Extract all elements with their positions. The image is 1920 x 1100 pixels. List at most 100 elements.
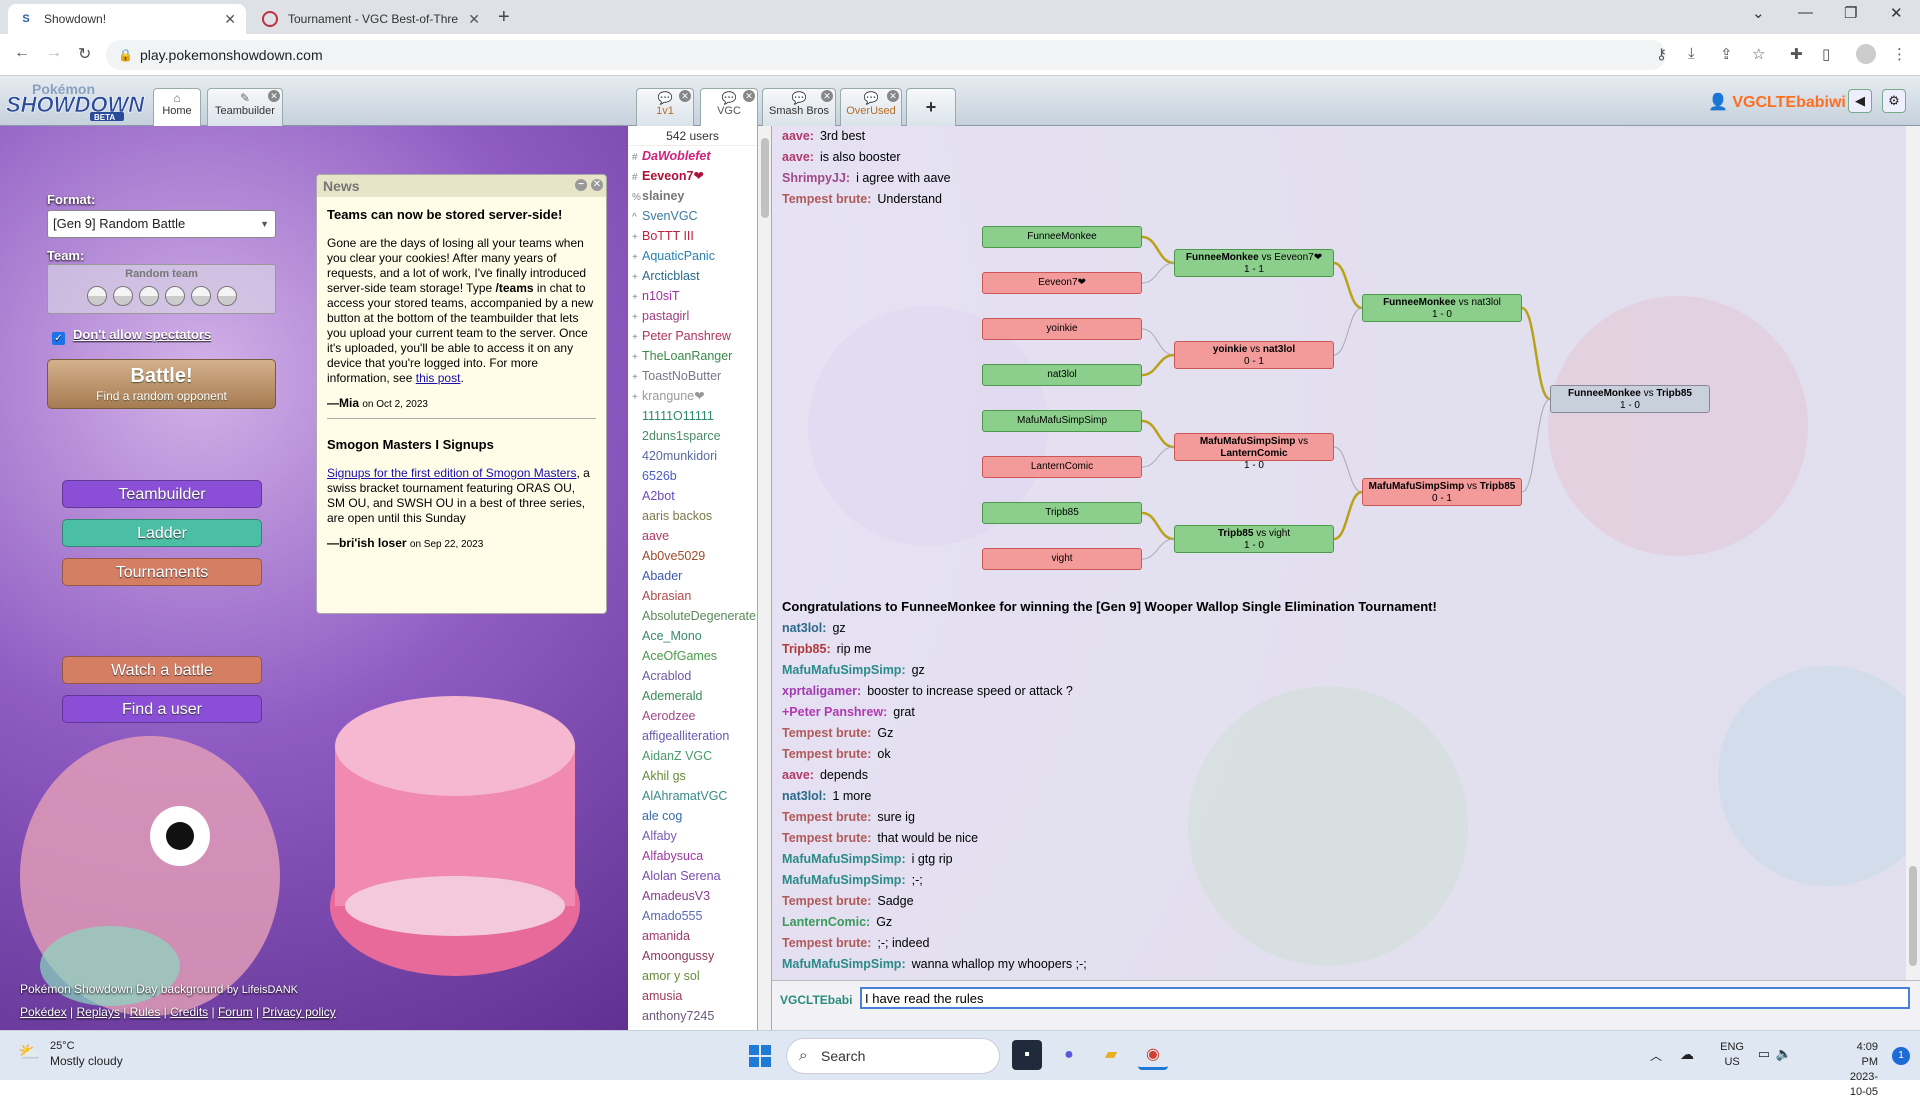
user-list-item[interactable]: + BoTTT III [628, 226, 757, 246]
close-icon[interactable]: ✕ [591, 179, 603, 191]
browser-tab-showdown[interactable]: S Showdown! ✕ [8, 4, 246, 34]
chat-username[interactable]: MafuMafuSimpSimp: [782, 957, 906, 971]
chat-username[interactable]: +Peter Panshrew: [782, 705, 887, 719]
user-list-item[interactable]: ale cog [628, 806, 757, 826]
scrollbar-thumb[interactable] [761, 138, 769, 218]
close-tab-icon[interactable]: ✕ [268, 90, 280, 102]
user-list-item[interactable]: %slainey [628, 186, 757, 206]
news-link[interactable]: Signups for the first edition of Smogon … [327, 466, 576, 480]
user-list-item[interactable]: aave [628, 526, 757, 546]
user-list-item[interactable]: Abrasian [628, 586, 757, 606]
close-tab-icon[interactable]: ✕ [743, 90, 755, 102]
chat-username[interactable]: Tempest brute: [782, 810, 871, 824]
sound-icon[interactable]: ◀ [1848, 89, 1872, 113]
chat-username[interactable]: Tempest brute: [782, 831, 871, 845]
chat-username[interactable]: Tempest brute: [782, 192, 871, 206]
file-explorer-icon[interactable]: ▰ [1096, 1040, 1126, 1070]
chat-username[interactable]: MafuMafuSimpSimp: [782, 663, 906, 677]
user-list-item[interactable]: amor y sol [628, 966, 757, 986]
no-spectators-checkbox[interactable]: ✓ Don't allow spectators [52, 327, 211, 345]
user-list-item[interactable]: AidanZ VGC [628, 746, 757, 766]
close-tab-icon[interactable]: ✕ [821, 90, 833, 102]
chrome-icon[interactable]: ◉ [1138, 1040, 1168, 1070]
user-list-item[interactable]: Acrablod [628, 666, 757, 686]
user-list-item[interactable]: Aerodzee [628, 706, 757, 726]
weather-widget[interactable]: ⛅ 25°C Mostly cloudy [18, 1039, 123, 1069]
tournaments-button[interactable]: Tournaments [62, 558, 262, 586]
maximize-icon[interactable]: ❐ [1844, 4, 1857, 22]
footer-link-replays[interactable]: Replays [77, 1005, 120, 1019]
user-list-item[interactable]: + AquaticPanic [628, 246, 757, 266]
user-list-item[interactable]: AmadeusV3 [628, 886, 757, 906]
sidepanel-icon[interactable]: ▯ [1822, 45, 1830, 63]
reload-icon[interactable]: ↻ [78, 44, 91, 64]
volume-icon[interactable]: 🔈 [1776, 1046, 1792, 1062]
minimize-icon[interactable]: — [1798, 4, 1813, 21]
new-tab-icon[interactable]: + [498, 6, 510, 29]
url-input[interactable]: 🔒 play.pokemonshowdown.com [106, 40, 1666, 70]
tab-room-vgc[interactable]: 💬 VGC ✕ [700, 88, 758, 126]
back-icon[interactable]: ← [14, 44, 30, 62]
chat-input[interactable] [860, 987, 1910, 1009]
user-name-button[interactable]: 👤 VGCLTEbabiwi [1708, 92, 1846, 112]
user-list-item[interactable]: 6526b [628, 466, 757, 486]
user-list-item[interactable]: # DaWoblefet [628, 146, 757, 166]
chat-username[interactable]: LanternComic: [782, 915, 870, 929]
tab-search-icon[interactable]: ⌄ [1752, 4, 1765, 22]
user-list-item[interactable]: # Eeveon7❤ [628, 166, 757, 186]
taskbar-search[interactable]: ⌕ Search [786, 1038, 1000, 1074]
chat-username[interactable]: Tempest brute: [782, 747, 871, 761]
user-list-item[interactable]: Alolan Serena [628, 866, 757, 886]
install-icon[interactable]: ⤓ [1688, 45, 1695, 62]
watch-battle-button[interactable]: Watch a battle [62, 656, 262, 684]
minimize-icon[interactable]: − [575, 179, 587, 191]
user-list-item[interactable]: + pastagirl [628, 306, 757, 326]
user-list-item[interactable]: + n10siT [628, 286, 757, 306]
gear-icon[interactable]: ⚙ [1882, 89, 1906, 113]
chat-username[interactable]: ShrimpyJJ: [782, 171, 850, 185]
user-list-item[interactable]: aaris backos [628, 506, 757, 526]
teambuilder-button[interactable]: Teambuilder [62, 480, 262, 508]
chat-username[interactable]: Tempest brute: [782, 936, 871, 950]
task-view-icon[interactable]: ▪ [1012, 1040, 1042, 1070]
user-list-item[interactable]: affigealliteration [628, 726, 757, 746]
user-list-item[interactable]: Amoongussy [628, 946, 757, 966]
forward-icon[interactable]: → [46, 44, 62, 62]
tab-room-overused[interactable]: 💬 OverUsed ✕ [840, 88, 902, 126]
footer-link-privacy[interactable]: Privacy policy [262, 1005, 335, 1019]
user-list-item[interactable]: Alfaby [628, 826, 757, 846]
user-list-item[interactable]: + krangune❤ [628, 386, 757, 406]
user-list-item[interactable]: amanida [628, 926, 757, 946]
profile-avatar-icon[interactable] [1856, 44, 1876, 64]
menu-kebab-icon[interactable]: ⋮ [1892, 45, 1907, 63]
language-indicator[interactable]: ENG US [1720, 1040, 1744, 1070]
windows-start-icon[interactable] [749, 1045, 771, 1067]
close-window-icon[interactable]: ✕ [1890, 4, 1903, 22]
showdown-logo[interactable]: Pokémon SHOWDOWN BETA [4, 81, 146, 121]
user-list-item[interactable]: + TheLoanRanger [628, 346, 757, 366]
user-list-item[interactable]: 420munkidori [628, 446, 757, 466]
tab-room-1v1[interactable]: 💬 1v1 ✕ [636, 88, 694, 126]
chevron-up-icon[interactable]: ︿ [1650, 1047, 1662, 1064]
add-room-button[interactable]: + [906, 88, 956, 126]
user-list-item[interactable]: AbsoluteDegenerate [628, 606, 757, 626]
close-tab-icon[interactable]: ✕ [679, 90, 691, 102]
chat-username[interactable]: nat3lol: [782, 621, 826, 635]
user-list-item[interactable]: amusia [628, 986, 757, 1006]
scrollbar-thumb[interactable] [1909, 866, 1917, 966]
tab-teambuilder[interactable]: ✎ Teambuilder ✕ [207, 88, 283, 126]
footer-link-forum[interactable]: Forum [218, 1005, 253, 1019]
bookmark-star-icon[interactable]: ☆ [1752, 45, 1765, 63]
chat-username[interactable]: Tempest brute: [782, 726, 871, 740]
tab-home[interactable]: ⌂ Home [153, 88, 201, 126]
chat-username[interactable]: aave: [782, 129, 814, 143]
chat-username[interactable]: xprtaligamer: [782, 684, 861, 698]
user-list-item[interactable]: anthony7245 [628, 1006, 757, 1026]
user-list-item[interactable]: Ab0ve5029 [628, 546, 757, 566]
user-list-item[interactable]: Akhil gs [628, 766, 757, 786]
close-tab-icon[interactable]: ✕ [887, 90, 899, 102]
user-list-item[interactable]: Abader [628, 566, 757, 586]
close-tab-icon[interactable]: ✕ [224, 11, 236, 28]
extensions-icon[interactable]: ✚ [1790, 45, 1803, 63]
chat-username[interactable]: MafuMafuSimpSimp: [782, 852, 906, 866]
